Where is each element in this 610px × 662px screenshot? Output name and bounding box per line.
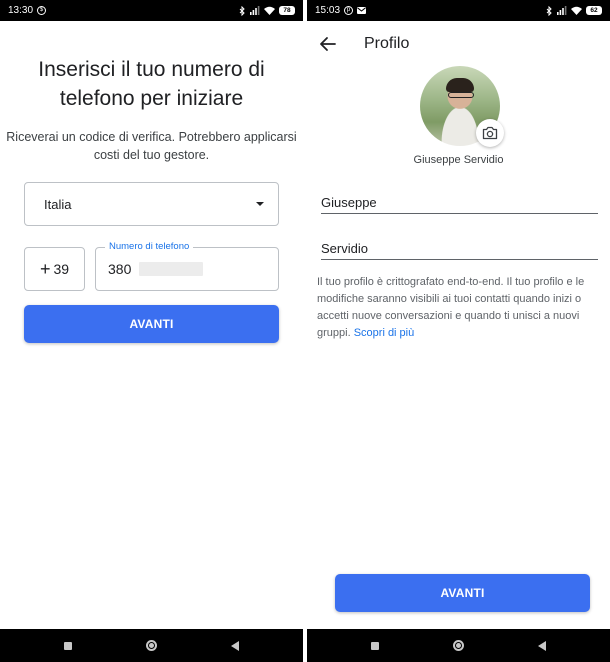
page-subtitle: Riceverai un codice di verifica. Potrebb… (6, 130, 297, 162)
navigation-bar (307, 629, 610, 662)
back-nav-button[interactable] (527, 634, 557, 658)
avatar-glasses (448, 92, 474, 98)
recents-icon (371, 641, 380, 650)
back-nav-icon (537, 640, 546, 651)
home-button[interactable] (137, 634, 167, 658)
arrow-back-icon (320, 37, 336, 51)
phone-number-label: Numero di telefono (105, 241, 194, 253)
phone-number-input[interactable]: Numero di telefono 380 (95, 241, 279, 291)
home-button[interactable] (444, 634, 474, 658)
change-photo-button[interactable] (476, 119, 504, 147)
recents-button[interactable] (53, 634, 83, 658)
bluetooth-icon (239, 5, 246, 16)
recents-icon (64, 641, 73, 650)
signal-icon (250, 6, 260, 15)
page-title: Profilo (364, 35, 410, 52)
encryption-info: Il tuo profilo è crittografato end-to-en… (317, 274, 603, 342)
status-time: 15:03 (315, 5, 341, 16)
learn-more-link[interactable]: Scopri di più (354, 327, 415, 339)
wifi-icon (264, 6, 275, 15)
camera-icon (482, 126, 498, 140)
page-title: Inserisci il tuo numero di telefono per … (38, 58, 265, 110)
dropdown-icon (256, 202, 264, 206)
back-nav-button[interactable] (220, 634, 250, 658)
next-button[interactable]: AVANTI (24, 305, 279, 343)
pinterest-notification-icon: p (344, 6, 354, 15)
country-select[interactable]: Italia (24, 182, 279, 226)
battery-icon: 62 (586, 6, 602, 15)
wifi-icon (571, 6, 582, 15)
back-nav-icon (230, 640, 239, 651)
back-button[interactable] (317, 33, 339, 55)
phone-number-value: 380 (108, 261, 132, 277)
country-code-value: 39 (53, 261, 70, 277)
last-name-field[interactable]: Servidio (321, 238, 598, 260)
battery-icon: 78 (279, 6, 295, 15)
next-button[interactable]: AVANTI (335, 574, 590, 612)
country-value: Italia (44, 196, 72, 212)
navigation-bar (0, 629, 303, 662)
country-code-field[interactable]: + 39 (24, 247, 85, 291)
status-bar: 15:03 p 62 (307, 0, 610, 21)
plus-icon: + (39, 259, 51, 279)
mail-icon (357, 7, 367, 14)
home-icon (453, 640, 464, 651)
signal-icon (557, 6, 567, 15)
status-bar: 13:30 $ 78 (0, 0, 303, 21)
recents-button[interactable] (360, 634, 390, 658)
home-icon (146, 640, 157, 651)
avatar-hair (446, 78, 474, 92)
status-time: 13:30 (8, 5, 34, 16)
redacted-digits (139, 262, 204, 276)
app-bar: Profilo (307, 21, 610, 67)
bluetooth-icon (546, 5, 553, 16)
phone-number-screen: 13:30 $ 78 Inserisci il tuo numero di te… (0, 0, 303, 662)
last-name-value: Servidio (321, 241, 368, 256)
profile-name: Giuseppe Servidio (413, 154, 504, 166)
profile-screen: 15:03 p 62 Profilo Giuseppe Servidio Giu… (307, 0, 610, 662)
first-name-value: Giuseppe (321, 195, 377, 210)
app-notification-icon: $ (37, 6, 47, 15)
first-name-field[interactable]: Giuseppe (321, 192, 598, 214)
